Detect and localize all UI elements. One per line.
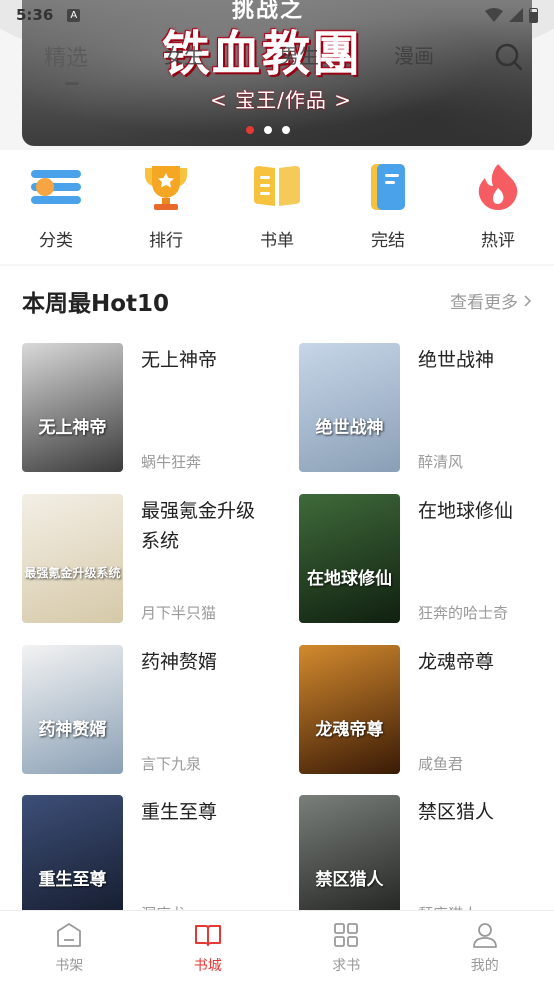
book-cover[interactable]: 重生至尊 bbox=[22, 795, 123, 924]
trophy-icon bbox=[145, 166, 187, 210]
finished-book-icon bbox=[371, 164, 405, 210]
shortcut-finished[interactable]: 完结 bbox=[348, 160, 428, 251]
book-title[interactable]: 在地球修仙 bbox=[418, 496, 548, 526]
book-cover[interactable]: 无上神帝 bbox=[22, 343, 123, 472]
tab-featured[interactable]: 精选 bbox=[44, 40, 88, 72]
nav-bookshelf[interactable]: 书架 bbox=[0, 911, 139, 984]
battery-icon bbox=[529, 7, 538, 23]
book-item[interactable]: 最强氪金升级系统 最强氪金升级系统 月下半只猫 bbox=[22, 494, 282, 624]
book-cover[interactable]: 禁区猎人 bbox=[299, 795, 400, 924]
wifi-icon bbox=[485, 8, 503, 22]
book-author: 狂奔的哈士奇 bbox=[418, 604, 509, 622]
book-cover[interactable]: 最强氪金升级系统 bbox=[22, 494, 123, 623]
book-author: 言下九泉 bbox=[141, 755, 202, 773]
shortcut-label: 排行 bbox=[149, 231, 183, 251]
shortcut-label: 书单 bbox=[260, 231, 294, 251]
cover-title: 重生至尊 bbox=[38, 870, 107, 890]
banner-pagination bbox=[246, 126, 290, 134]
pagination-dot[interactable] bbox=[246, 126, 254, 134]
shortcut-label: 热评 bbox=[481, 231, 515, 251]
nav-label: 书城 bbox=[193, 958, 222, 974]
bookshelf-icon bbox=[57, 923, 82, 947]
tab-female[interactable]: 女生 bbox=[164, 40, 204, 69]
book-author: 蜗牛狂奔 bbox=[141, 453, 202, 471]
nav-label: 我的 bbox=[470, 958, 499, 974]
section-divider bbox=[0, 264, 554, 266]
tab-male[interactable]: 男生 bbox=[279, 40, 319, 69]
book-item[interactable]: 绝世战神 绝世战神 醉清风 bbox=[299, 343, 554, 473]
cover-title: 无上神帝 bbox=[38, 418, 107, 438]
book-item[interactable]: 禁区猎人禁区猎人颓废猫人 bbox=[299, 795, 554, 925]
book-item[interactable]: 龙魂帝尊 龙魂帝尊 咸鱼君 bbox=[299, 645, 554, 775]
book-cover[interactable]: 龙魂帝尊 bbox=[299, 645, 400, 774]
book-title[interactable]: 最强氪金升级系统 bbox=[141, 496, 271, 556]
shortcut-label: 完结 bbox=[371, 231, 405, 251]
book-title[interactable]: 无上神帝 bbox=[141, 345, 271, 375]
book-list-icon bbox=[254, 166, 300, 206]
pagination-dot[interactable] bbox=[264, 126, 272, 134]
cover-title: 绝世战神 bbox=[315, 418, 384, 438]
category-shortcuts: 分类 排行 书单 完结 热评 bbox=[0, 160, 554, 251]
shortcut-booklist[interactable]: 书单 bbox=[237, 160, 317, 251]
category-icon bbox=[31, 170, 81, 204]
book-cover[interactable]: 在地球修仙 bbox=[299, 494, 400, 623]
book-item[interactable]: 药神赘婿 药神赘婿 言下九泉 bbox=[22, 645, 282, 775]
bottom-navigation: 书架 书城 求书 我的 bbox=[0, 910, 554, 984]
nav-label: 书架 bbox=[55, 958, 84, 974]
top-tab-bar: 精选 女生 男生 漫画 bbox=[0, 36, 554, 85]
status-time: 5:36 bbox=[16, 6, 54, 24]
cover-title: 龙魂帝尊 bbox=[315, 720, 384, 740]
search-icon[interactable] bbox=[494, 42, 524, 72]
book-cover[interactable]: 绝世战神 bbox=[299, 343, 400, 472]
profile-icon bbox=[472, 923, 497, 948]
notification-badge: A bbox=[67, 8, 81, 22]
book-item[interactable]: 无上神帝 无上神帝 蜗牛狂奔 bbox=[22, 343, 282, 473]
cover-title: 最强氪金升级系统 bbox=[24, 566, 121, 580]
book-title[interactable]: 药神赘婿 bbox=[141, 647, 271, 677]
book-cover[interactable]: 药神赘婿 bbox=[22, 645, 123, 774]
status-bar: 5:36 A bbox=[0, 0, 554, 30]
signal-icon bbox=[509, 8, 523, 22]
view-more-link[interactable]: 查看更多 bbox=[450, 288, 532, 313]
cover-title: 药神赘婿 bbox=[38, 720, 107, 740]
book-author: 月下半只猫 bbox=[141, 604, 217, 622]
banner-subtitle: < 宝王/作品 > bbox=[210, 88, 352, 112]
book-author: 咸鱼君 bbox=[418, 755, 464, 773]
nav-bookstore[interactable]: 书城 bbox=[139, 911, 278, 984]
nav-profile[interactable]: 我的 bbox=[416, 911, 554, 984]
shortcut-label: 分类 bbox=[39, 231, 73, 251]
active-tab-indicator bbox=[65, 82, 79, 85]
view-more-label: 查看更多 bbox=[450, 293, 518, 313]
book-title[interactable]: 重生至尊 bbox=[141, 797, 271, 827]
shortcut-ranking[interactable]: 排行 bbox=[126, 160, 206, 251]
section-title: 本周最Hot10 bbox=[22, 291, 170, 317]
chevron-right-icon bbox=[524, 294, 532, 307]
book-item[interactable]: 重生至尊重生至尊洞庭龙 bbox=[22, 795, 282, 925]
tab-comics[interactable]: 漫画 bbox=[394, 40, 434, 69]
book-author: 醉清风 bbox=[418, 453, 464, 471]
nav-request[interactable]: 求书 bbox=[277, 911, 416, 984]
bookstore-icon bbox=[194, 925, 221, 946]
cover-title: 禁区猎人 bbox=[315, 870, 384, 890]
book-title[interactable]: 绝世战神 bbox=[418, 345, 548, 375]
request-icon bbox=[334, 923, 359, 947]
book-title[interactable]: 禁区猎人 bbox=[418, 797, 548, 827]
book-title[interactable]: 龙魂帝尊 bbox=[418, 647, 548, 677]
shortcut-category[interactable]: 分类 bbox=[16, 160, 96, 251]
cover-title: 在地球修仙 bbox=[307, 569, 392, 589]
flame-icon bbox=[478, 164, 518, 210]
pagination-dot[interactable] bbox=[282, 126, 290, 134]
status-icons bbox=[485, 7, 538, 23]
nav-label: 求书 bbox=[332, 958, 361, 974]
book-item[interactable]: 在地球修仙 在地球修仙 狂奔的哈士奇 bbox=[299, 494, 554, 624]
shortcut-hot-reviews[interactable]: 热评 bbox=[458, 160, 538, 251]
